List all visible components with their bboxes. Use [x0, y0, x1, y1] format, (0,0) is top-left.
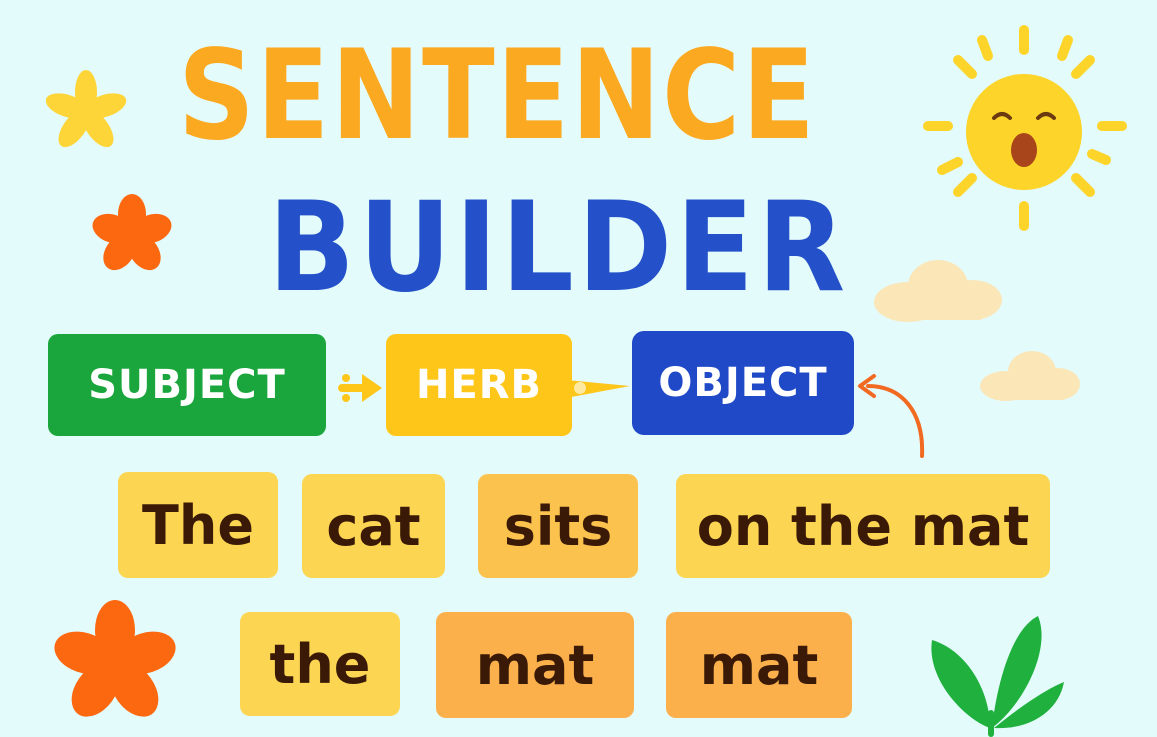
cloud-icon: [874, 260, 1002, 322]
word-tile[interactable]: The: [118, 472, 278, 578]
curved-arrow-icon: [858, 374, 925, 458]
word-tile[interactable]: the: [240, 612, 400, 716]
star-flower-icon: [45, 70, 127, 148]
arrow-icon: [338, 374, 382, 402]
orange-flower-icon: [54, 600, 176, 717]
word-tile[interactable]: on the mat: [676, 474, 1050, 578]
orange-flower-icon: [92, 194, 172, 271]
word-tile[interactable]: cat: [302, 474, 445, 578]
arrow-icon: [566, 380, 630, 398]
subject-label: SUBJECT: [48, 334, 326, 436]
word-tile[interactable]: mat: [666, 612, 852, 718]
object-label: OBJECT: [632, 331, 854, 435]
leaf-plant-icon: [931, 616, 1064, 737]
title-builder: BUILDER: [268, 176, 849, 320]
title-sentence: SENTENCE: [178, 24, 817, 168]
herb-label: HERB: [386, 334, 572, 436]
word-tile[interactable]: sits: [478, 474, 638, 578]
cloud-icon: [980, 351, 1080, 401]
word-tile[interactable]: mat: [436, 612, 634, 718]
sun-face-icon: [923, 25, 1127, 231]
